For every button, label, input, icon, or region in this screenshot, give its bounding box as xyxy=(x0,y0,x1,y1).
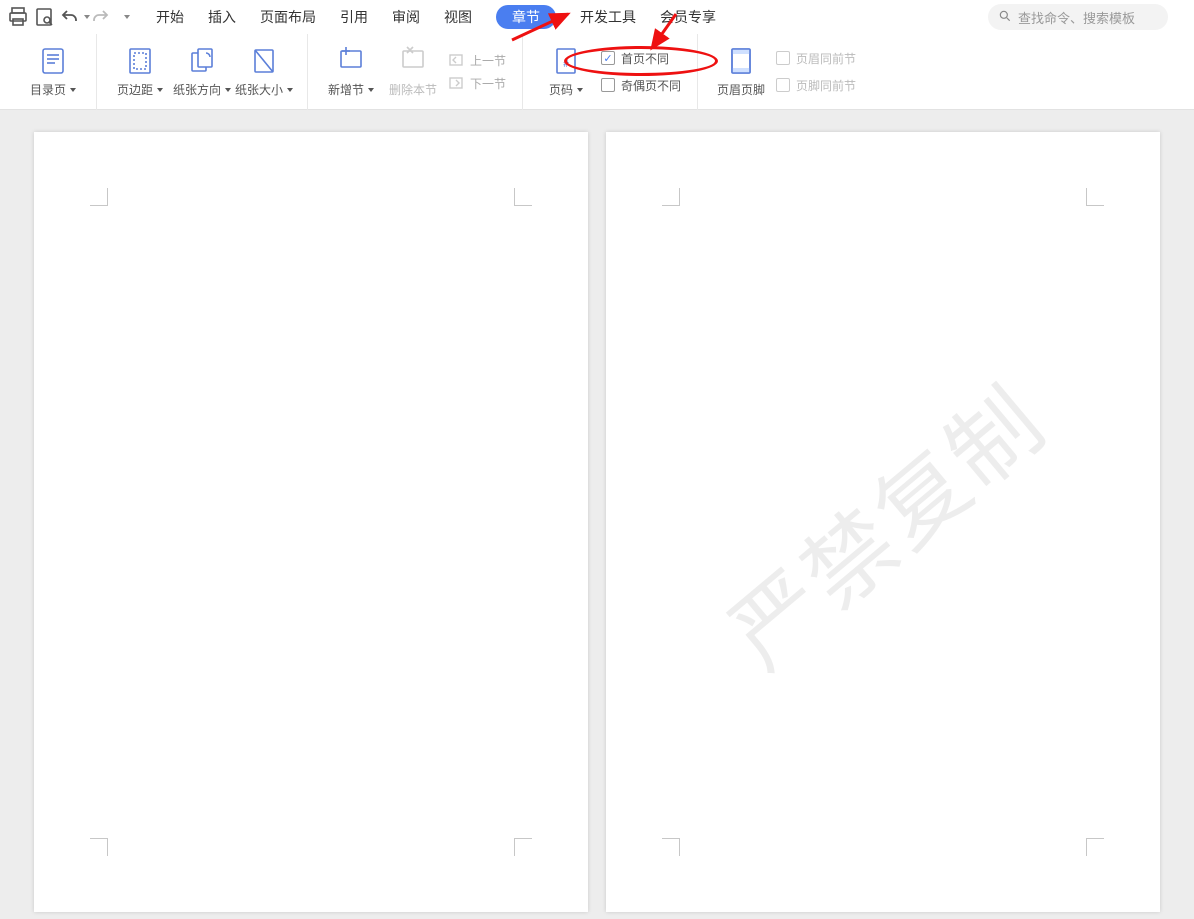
odd-even-different-label: 奇偶页不同 xyxy=(621,77,681,94)
checkbox-icon xyxy=(601,78,615,92)
title-bar: 开始 插入 页面布局 引用 审阅 视图 章节 开发工具 会员专享 查找命令、搜索… xyxy=(0,0,1194,34)
tab-insert[interactable]: 插入 xyxy=(208,0,236,34)
toc-button[interactable]: 目录页 xyxy=(22,34,84,110)
margin-corner-icon xyxy=(1086,838,1104,856)
next-section-button: 下一节 xyxy=(448,75,506,92)
page-options: 首页不同 奇偶页不同 xyxy=(597,34,685,110)
tab-view[interactable]: 视图 xyxy=(444,0,472,34)
page-number-label: 页码 xyxy=(549,81,573,98)
header-footer-label: 页眉页脚 xyxy=(717,81,765,98)
page-1[interactable] xyxy=(34,132,588,912)
margin-label: 页边距 xyxy=(117,81,153,98)
toc-icon xyxy=(37,45,69,77)
search-icon xyxy=(998,9,1012,26)
checkbox-icon xyxy=(601,51,615,65)
tab-start[interactable]: 开始 xyxy=(156,0,184,34)
tab-dev[interactable]: 开发工具 xyxy=(580,0,636,34)
footer-same-label: 页脚同前节 xyxy=(796,77,856,94)
margin-corner-icon xyxy=(1086,188,1104,206)
size-label: 纸张大小 xyxy=(235,81,283,98)
margin-corner-icon xyxy=(514,838,532,856)
delete-section-button: 删除本节 xyxy=(382,34,444,110)
checkbox-icon xyxy=(776,78,790,92)
prev-section-icon xyxy=(448,52,464,68)
next-section-label: 下一节 xyxy=(470,75,506,92)
command-search[interactable]: 查找命令、搜索模板 xyxy=(988,4,1168,30)
tab-ref[interactable]: 引用 xyxy=(340,0,368,34)
section-nav: 上一节 下一节 xyxy=(444,34,510,110)
new-section-label: 新增节 xyxy=(328,81,364,98)
ribbon-group-pagenum: # 页码 首页不同 奇偶页不同 xyxy=(523,34,698,110)
header-footer-icon xyxy=(725,45,757,77)
new-section-button[interactable]: 新增节 xyxy=(320,34,382,110)
next-section-icon xyxy=(448,75,464,91)
redo-icon[interactable] xyxy=(88,5,112,29)
qat-more-icon[interactable] xyxy=(124,5,128,29)
svg-text:#: # xyxy=(563,59,569,70)
margin-corner-icon xyxy=(90,188,108,206)
delete-section-icon xyxy=(397,45,429,77)
new-section-icon xyxy=(335,45,367,77)
size-icon xyxy=(248,45,280,77)
margin-corner-icon xyxy=(662,838,680,856)
watermark-text: 严禁复制 xyxy=(697,351,1069,692)
tab-section[interactable]: 章节 xyxy=(496,5,556,29)
tab-member[interactable]: 会员专享 xyxy=(660,0,716,34)
ribbon-group-toc: 目录页 xyxy=(10,34,97,110)
hf-link-options: 页眉同前节 页脚同前节 xyxy=(772,34,860,110)
footer-same-checkbox: 页脚同前节 xyxy=(776,77,856,94)
page-number-button[interactable]: # 页码 xyxy=(535,34,597,110)
prev-section-button: 上一节 xyxy=(448,52,506,69)
undo-icon[interactable] xyxy=(58,5,82,29)
tab-layout[interactable]: 页面布局 xyxy=(260,0,316,34)
orientation-label: 纸张方向 xyxy=(173,81,221,98)
toc-label: 目录页 xyxy=(30,81,66,98)
tab-review[interactable]: 审阅 xyxy=(392,0,420,34)
menu-tabs: 开始 插入 页面布局 引用 审阅 视图 章节 开发工具 会员专享 xyxy=(156,0,716,34)
ribbon: 目录页 页边距 纸张方向 纸张大小 新增节 xyxy=(0,34,1194,110)
page-2[interactable]: 严禁复制 xyxy=(606,132,1160,912)
checkbox-icon xyxy=(776,51,790,65)
header-same-checkbox: 页眉同前节 xyxy=(776,50,856,67)
orientation-icon xyxy=(186,45,218,77)
odd-even-different-checkbox[interactable]: 奇偶页不同 xyxy=(601,77,681,94)
document-workspace[interactable]: 严禁复制 xyxy=(0,110,1194,919)
size-button[interactable]: 纸张大小 xyxy=(233,34,295,110)
margin-icon xyxy=(124,45,156,77)
delete-section-label: 删除本节 xyxy=(389,81,437,98)
margin-corner-icon xyxy=(514,188,532,206)
header-footer-button[interactable]: 页眉页脚 xyxy=(710,34,772,110)
ribbon-group-sections: 新增节 删除本节 上一节 下一节 xyxy=(308,34,523,110)
prev-section-label: 上一节 xyxy=(470,52,506,69)
header-same-label: 页眉同前节 xyxy=(796,50,856,67)
margin-corner-icon xyxy=(662,188,680,206)
first-page-different-label: 首页不同 xyxy=(621,50,669,67)
print-icon[interactable] xyxy=(6,5,30,29)
first-page-different-checkbox[interactable]: 首页不同 xyxy=(601,50,681,67)
print-preview-icon[interactable] xyxy=(32,5,56,29)
margin-button[interactable]: 页边距 xyxy=(109,34,171,110)
page-number-icon: # xyxy=(550,45,582,77)
ribbon-group-headerfooter: 页眉页脚 页眉同前节 页脚同前节 xyxy=(698,34,872,110)
search-placeholder: 查找命令、搜索模板 xyxy=(1018,8,1135,27)
orientation-button[interactable]: 纸张方向 xyxy=(171,34,233,110)
ribbon-group-page: 页边距 纸张方向 纸张大小 xyxy=(97,34,308,110)
margin-corner-icon xyxy=(90,838,108,856)
